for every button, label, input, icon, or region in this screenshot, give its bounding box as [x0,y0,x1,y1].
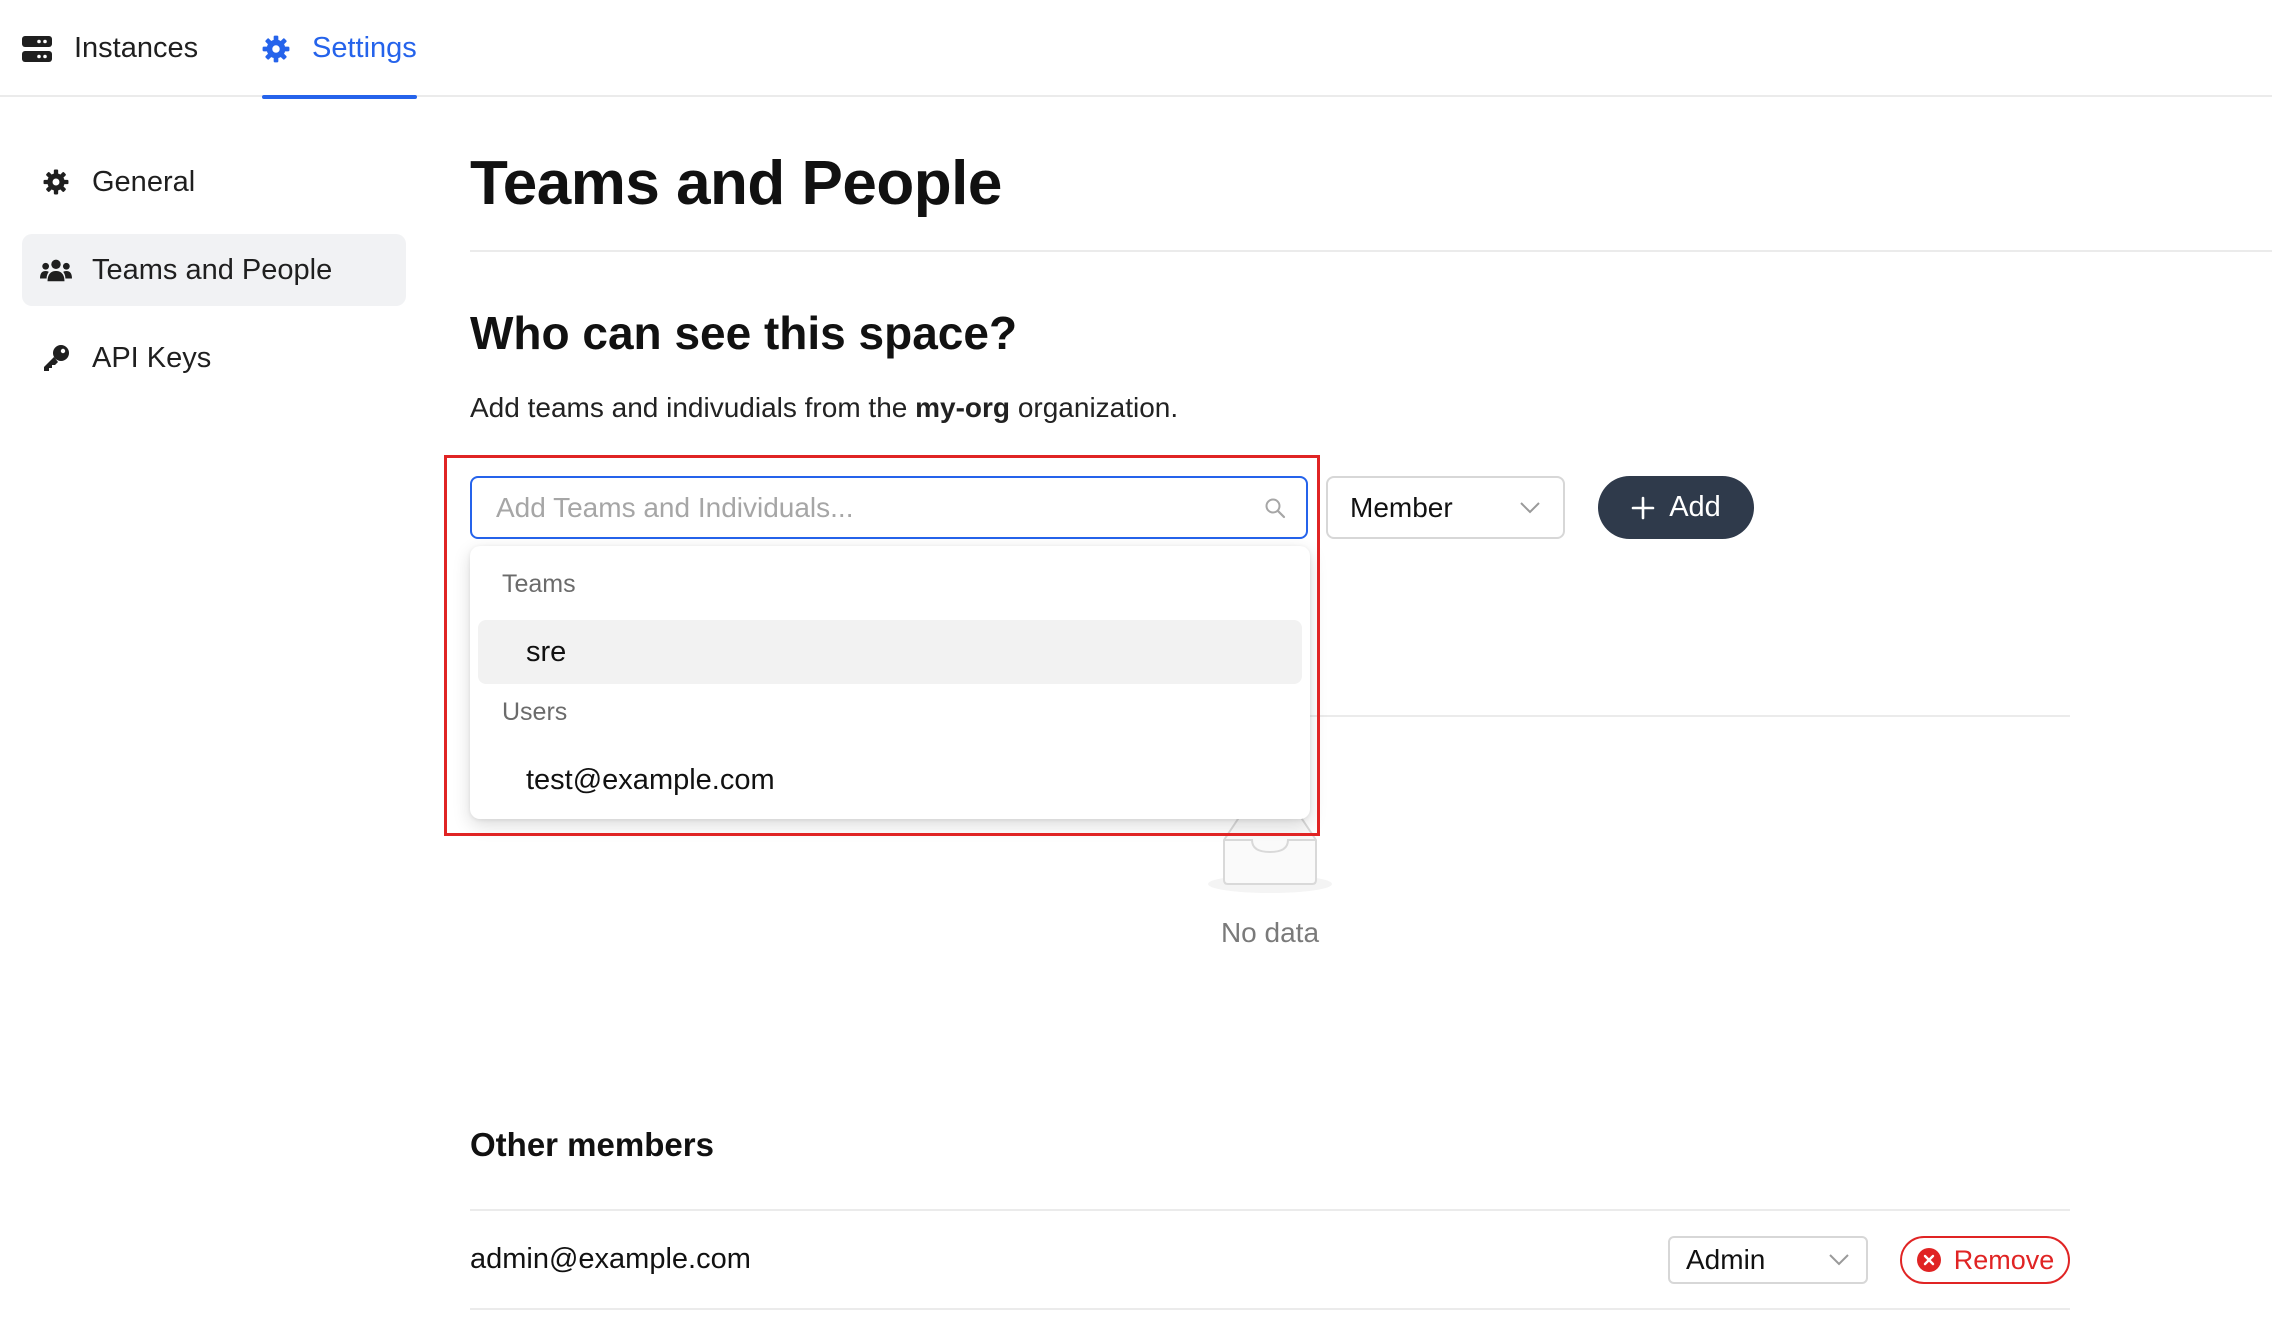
members-bottom-divider [470,1308,2070,1310]
sidebar-item-api-keys[interactable]: API Keys [22,322,406,394]
add-member-button[interactable]: Add [1598,476,1754,539]
section-title: Who can see this space? [470,307,1018,359]
member-role-select[interactable]: Admin [1668,1236,1868,1284]
page-title: Teams and People [470,149,1002,218]
sidebar-item-general[interactable]: General [22,146,406,218]
close-circle-icon [1916,1247,1942,1273]
tab-instances-label: Instances [74,32,199,64]
key-icon [40,344,72,372]
table-header-divider [1310,715,2070,717]
remove-member-button[interactable]: Remove [1900,1236,2070,1284]
section-description: Add teams and indivudials from the my-or… [470,392,1178,424]
plus-icon [1631,496,1655,520]
role-select[interactable]: Member [1326,476,1565,539]
sidebar-item-label: General [92,165,196,198]
users-icon [40,257,72,283]
other-members-title: Other members [470,1126,714,1163]
gear-icon [40,169,72,195]
sidebar-item-label: Teams and People [92,253,333,286]
role-select-value: Member [1350,491,1453,523]
org-name: my-org [915,392,1011,423]
remove-button-label: Remove [1953,1244,2055,1275]
tab-settings-label: Settings [312,32,417,64]
chevron-down-icon [1519,501,1541,515]
chevron-down-icon [1828,1253,1850,1267]
description-suffix: organization. [1017,392,1179,423]
tab-settings[interactable]: Settings [262,0,417,99]
member-email: admin@example.com [470,1243,751,1275]
add-button-label: Add [1669,491,1721,523]
sidebar-item-label: API Keys [92,341,212,374]
member-role-value: Admin [1686,1244,1766,1275]
server-icon [22,35,52,62]
sidebar-item-teams-and-people[interactable]: Teams and People [22,234,406,306]
empty-state-text: No data [1220,917,1320,948]
description-prefix: Add teams and indivudials from the [470,392,908,423]
gear-icon [262,35,290,63]
title-divider [470,250,2272,252]
highlight-annotation [444,455,1320,836]
tab-instances[interactable]: Instances [22,0,198,97]
members-top-divider [470,1209,2070,1211]
